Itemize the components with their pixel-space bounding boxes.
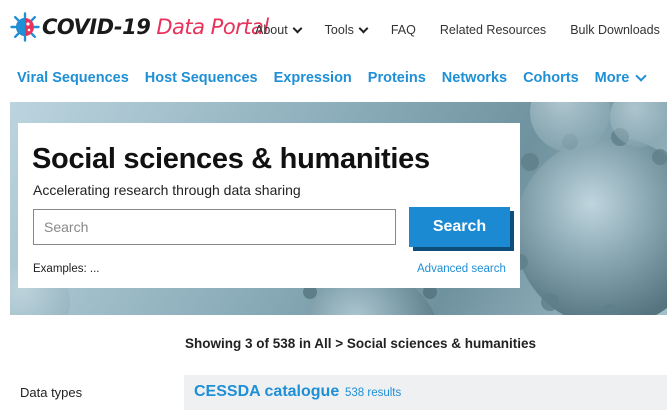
nav-more-label: More — [594, 70, 630, 86]
page-subtitle: Accelerating research through data shari… — [33, 182, 301, 198]
nav-host-sequences[interactable]: Host Sequences — [145, 70, 258, 86]
chevron-down-icon — [292, 23, 303, 33]
logo-subtitle: Data Portal — [156, 15, 269, 39]
result-count: 538 results — [345, 387, 402, 399]
nav-networks[interactable]: Networks — [442, 70, 507, 86]
filter-data-types-label: Data types — [20, 385, 83, 400]
results-summary: Showing 3 of 538 in All > Social science… — [185, 336, 536, 351]
top-nav-faq[interactable]: FAQ — [391, 23, 416, 37]
data-category-nav: Viral Sequences Host Sequences Expressio… — [17, 69, 647, 86]
result-item: CESSDA catalogue 538 results — [184, 375, 667, 410]
top-nav-bulk-downloads[interactable]: Bulk Downloads — [570, 23, 660, 37]
nav-cohorts[interactable]: Cohorts — [523, 70, 579, 86]
search-card: Social sciences & humanities Acceleratin… — [18, 123, 520, 288]
top-nav: About Tools FAQ Related Resources Bulk D… — [255, 23, 660, 37]
result-title-link[interactable]: CESSDA catalogue — [194, 383, 339, 401]
chevron-down-icon — [358, 23, 369, 33]
search-input[interactable] — [33, 209, 396, 245]
top-nav-about-label: About — [255, 23, 288, 37]
nav-expression[interactable]: Expression — [274, 70, 352, 86]
virus-logo-icon — [10, 12, 40, 42]
nav-proteins[interactable]: Proteins — [368, 70, 426, 86]
nav-viral-sequences[interactable]: Viral Sequences — [17, 70, 129, 86]
top-nav-tools-label: Tools — [324, 23, 354, 37]
chevron-down-icon — [635, 69, 647, 82]
search-button[interactable]: Search — [409, 207, 510, 247]
site-logo[interactable]: COVID-19 Data Portal — [10, 12, 269, 42]
top-nav-related-resources[interactable]: Related Resources — [440, 23, 546, 37]
page-title: Social sciences & humanities — [32, 143, 430, 175]
top-nav-about[interactable]: About — [255, 23, 303, 37]
top-bar: COVID-19 Data Portal About Tools FAQ Rel… — [0, 0, 667, 62]
top-nav-tools[interactable]: Tools — [324, 23, 369, 37]
nav-more[interactable]: More — [594, 69, 647, 86]
search-examples: Examples: ... — [33, 263, 100, 275]
advanced-search-link[interactable]: Advanced search — [417, 263, 506, 275]
logo-title: COVID-19 — [42, 15, 151, 39]
